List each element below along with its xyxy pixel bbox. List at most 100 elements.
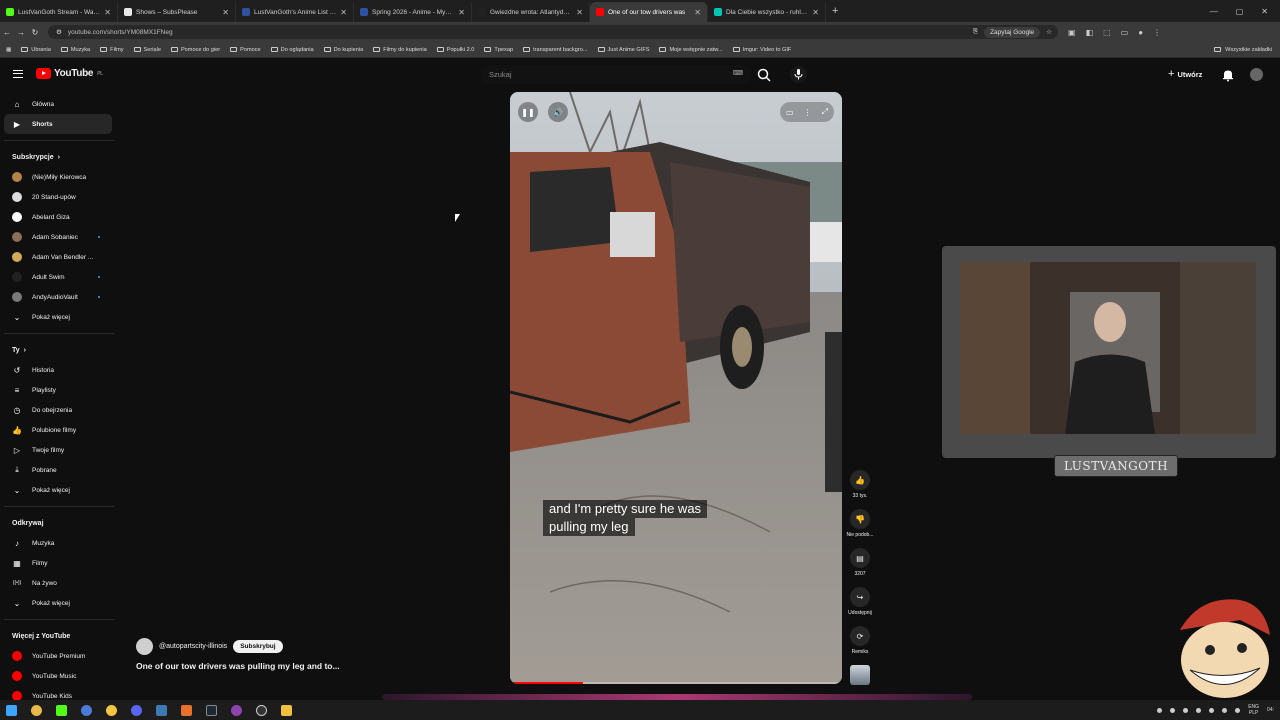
ask-google-button[interactable]: Zapytaj Google	[984, 26, 1041, 38]
menu-kebab-icon[interactable]: ⋮	[1153, 28, 1161, 37]
minimize-icon[interactable]: —	[1210, 7, 1218, 16]
bookmark-item[interactable]: Imgur: Video to GIF	[732, 47, 791, 53]
extension-icon[interactable]: ▣	[1068, 28, 1076, 37]
tray-icon[interactable]	[1183, 707, 1189, 713]
video-progress-bar[interactable]	[510, 682, 842, 684]
bookmark-item[interactable]: Seriale	[133, 47, 161, 53]
app-icon[interactable]	[106, 704, 117, 716]
sidebar-item[interactable]: Abelard Giza	[4, 207, 112, 227]
account-avatar[interactable]	[1250, 68, 1263, 81]
bookmark-item[interactable]: Tpexap	[484, 47, 513, 53]
tray-icon[interactable]	[1157, 707, 1163, 713]
tab-close-icon[interactable]: ✕	[576, 8, 583, 17]
menu-icon[interactable]	[13, 70, 23, 78]
more-options-icon[interactable]: ⋮	[804, 108, 812, 117]
profile-icon[interactable]: ●	[1138, 28, 1143, 37]
browser-tab[interactable]: Spring 2026 - Anime - MyAnim ✕	[354, 2, 472, 22]
short-title[interactable]: One of our tow drivers was pulling my le…	[136, 661, 340, 671]
extension-icon[interactable]: ◧	[1086, 28, 1094, 37]
volume-icon[interactable]	[1235, 707, 1241, 713]
bookmark-item[interactable]: Do oglądania	[270, 47, 314, 53]
sidebar-item[interactable]: ≡ Playlisty	[4, 380, 112, 400]
network-icon[interactable]	[1222, 707, 1228, 713]
app-icon[interactable]	[81, 704, 92, 716]
comments-button[interactable]: ▤	[850, 548, 870, 568]
file-explorer-icon[interactable]	[281, 704, 292, 716]
notifications-bell-icon[interactable]	[1221, 68, 1235, 82]
browser-tab[interactable]: LustVanGoth's Anime List - My ✕	[236, 2, 354, 22]
keyboard-icon[interactable]: ⌨	[733, 69, 743, 77]
browser-tab[interactable]: LustVanGoth Stream - Watch Li ✕	[0, 2, 118, 22]
clock[interactable]: 04:	[1267, 707, 1274, 713]
bookmark-item[interactable]: Do kupienia	[323, 47, 363, 53]
tab-close-icon[interactable]: ✕	[694, 8, 701, 17]
all-bookmarks-button[interactable]: Wszystkie zakładki	[1214, 47, 1280, 53]
captions-icon[interactable]: ▭	[786, 108, 794, 117]
sidebar-item[interactable]: Adult Swim	[4, 267, 112, 287]
dislike-button[interactable]: 👎	[850, 509, 870, 529]
sound-thumbnail[interactable]	[850, 665, 870, 685]
voice-search-button[interactable]	[790, 66, 807, 83]
apps-grid-icon[interactable]: ▦	[6, 47, 11, 53]
tray-icon[interactable]	[1170, 707, 1176, 713]
sidebar-section-heading[interactable]: Ty ›	[4, 340, 112, 360]
like-button[interactable]: 👍	[850, 470, 870, 490]
sidebar-item[interactable]: AndyAudioVault	[4, 287, 112, 307]
app-icon[interactable]	[231, 704, 242, 716]
extension-icon[interactable]: ▭	[1121, 28, 1129, 37]
sidebar-item[interactable]: ▷ Twoje filmy	[4, 440, 112, 460]
tray-icon[interactable]	[1209, 707, 1215, 713]
subscribe-button[interactable]: Subskrybuj	[233, 640, 283, 653]
sidebar-item[interactable]: (Nie)Miły Kierowca	[4, 167, 112, 187]
bookmark-item[interactable]: Pomoce do gier	[170, 47, 220, 53]
bookmark-item[interactable]: Popułki 2.0	[436, 47, 474, 53]
sidebar-item[interactable]: ▶ Shorts	[4, 114, 112, 134]
reload-icon[interactable]: ↻	[28, 28, 42, 37]
channel-name[interactable]: @autopartscity-illinois	[159, 643, 227, 650]
sidebar-item[interactable]: ▦ Filmy	[4, 553, 112, 573]
app-icon[interactable]	[56, 704, 67, 716]
steam-icon[interactable]	[206, 704, 217, 716]
sidebar-item[interactable]: ◷ Do obejrzenia	[4, 400, 112, 420]
sidebar-item[interactable]: Adam Van Bendler ...	[4, 247, 112, 267]
bookmark-item[interactable]: Muzyka	[60, 47, 90, 53]
sidebar-item[interactable]: ♪ Muzyka	[4, 533, 112, 553]
volume-button[interactable]: 🔊	[548, 102, 568, 122]
bookmark-item[interactable]: Ubrania	[21, 47, 51, 53]
shorts-player[interactable]: ❚❚ 🔊 ▭ ⋮ ⤢ and I'm pretty sure he was pu…	[510, 92, 842, 684]
pause-button[interactable]: ❚❚	[518, 102, 538, 122]
sidebar-item[interactable]: 20 Stand-upów	[4, 187, 112, 207]
browser-tab[interactable]: Gwiezdne wrota: Atlantyda / St ✕	[472, 2, 590, 22]
bookmark-item[interactable]: Filmy do kupienia	[373, 47, 427, 53]
sidebar-item[interactable]: ⌄ Pokaż więcej	[4, 480, 112, 500]
bookmark-star-icon[interactable]: ☆	[1046, 28, 1052, 36]
youtube-logo[interactable]: YouTube PL	[36, 68, 103, 79]
tab-close-icon[interactable]: ✕	[104, 8, 111, 17]
omnibox[interactable]: ⚙ youtube.com/shorts/YM08MX1FNeg ⎘ Zapyt…	[48, 25, 1058, 39]
app-icon[interactable]	[181, 704, 192, 716]
bookmark-item[interactable]: Just Anime GIFS	[597, 47, 649, 53]
channel-avatar[interactable]	[136, 638, 153, 655]
sidebar-item[interactable]: YouTube Music	[4, 666, 112, 686]
obs-icon[interactable]	[256, 704, 267, 716]
sidebar-item[interactable]: YouTube Premium	[4, 646, 112, 666]
tab-close-icon[interactable]: ✕	[458, 8, 465, 17]
remix-button[interactable]: ⟳	[850, 626, 870, 646]
close-window-icon[interactable]: ✕	[1261, 7, 1268, 16]
sidebar-item[interactable]: ⌄ Pokaż więcej	[4, 307, 112, 327]
browser-tab[interactable]: Shows – SubsPlease ✕	[118, 2, 236, 22]
site-info-icon[interactable]: ⚙	[56, 28, 62, 36]
tab-close-icon[interactable]: ✕	[222, 8, 229, 17]
bookmark-item[interactable]: transparent backgro...	[523, 47, 588, 53]
sidebar-item[interactable]: ((•)) Na żywo	[4, 573, 112, 593]
maximize-icon[interactable]: ▢	[1236, 7, 1244, 16]
bookmark-item[interactable]: Moje wstępnie zatw...	[659, 47, 723, 53]
create-button[interactable]: + Utwórz	[1168, 68, 1202, 80]
fullscreen-icon[interactable]: ⤢	[822, 107, 828, 117]
forward-icon[interactable]: →	[14, 28, 28, 37]
sidebar-item[interactable]: ↺ Historia	[4, 360, 112, 380]
tab-close-icon[interactable]: ✕	[340, 8, 347, 17]
search-input[interactable]: Szukaj ⌨	[481, 65, 751, 84]
sidebar-item[interactable]: ⌂ Główna	[4, 94, 112, 114]
discord-icon[interactable]	[131, 704, 142, 716]
